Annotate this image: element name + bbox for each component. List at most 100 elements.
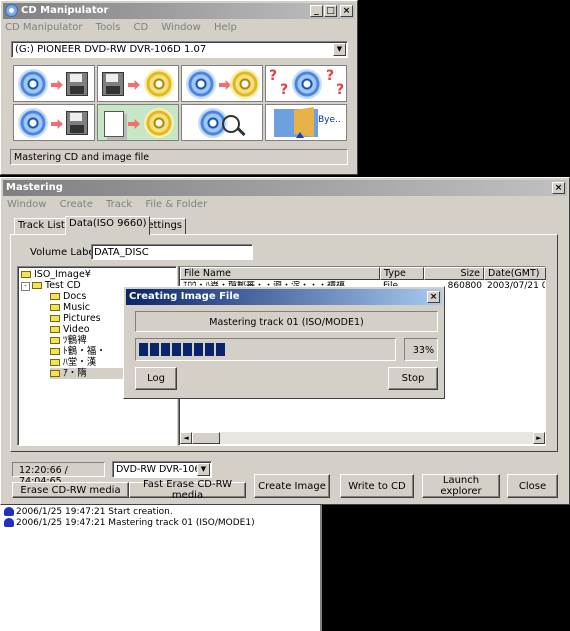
tree-item[interactable]: Pictures — [50, 313, 101, 324]
tree-item[interactable]: ﾄ鶴・福・ — [50, 346, 106, 357]
stop-button[interactable]: Stop — [388, 367, 438, 390]
cd-to-image-button[interactable] — [13, 65, 95, 102]
launch-explorer-button[interactable]: Launch explorer — [422, 474, 500, 498]
progress-segment — [216, 343, 225, 356]
cd-icon — [144, 69, 174, 99]
recorder-select[interactable]: DVD-RW DVR-106 ▼ — [112, 461, 212, 478]
horizontal-scrollbar[interactable]: ◄ ► — [180, 432, 545, 444]
drive-select-value: (G:) PIONEER DVD-RW DVR-106D 1.07 — [15, 44, 207, 55]
scroll-right-icon[interactable]: ► — [533, 432, 545, 444]
column-file-name[interactable]: File Name — [180, 267, 380, 280]
tree-item-label: ﾄ鶴・福・ — [63, 346, 106, 357]
mastering-title: Mastering — [6, 182, 63, 193]
fast-erase-cd-rw-button[interactable]: Fast Erase CD-RW media — [129, 479, 246, 501]
menu-window[interactable]: Window — [7, 199, 46, 210]
volume-label-input[interactable]: DATA_DISC — [91, 244, 253, 260]
close-button[interactable]: × — [427, 291, 440, 303]
disc-info-button[interactable]: ? ? ? ? — [265, 65, 347, 102]
app-disc-icon — [5, 4, 18, 17]
progress-message-box: Mastering track 01 (ISO/MODE1) — [135, 311, 438, 332]
log-line-text: 2006/1/25 19:47:21 Start creation. — [16, 507, 173, 517]
close-button[interactable]: × — [552, 182, 565, 194]
menu-cd-manipulator[interactable]: CD Manipulator — [5, 22, 82, 33]
tree-item[interactable]: ﾂ鶴裨 — [50, 335, 87, 346]
cd-manipulator-titlebar[interactable]: CD Manipulator _ □ × — [3, 3, 355, 19]
menu-file-folder[interactable]: File & Folder — [145, 199, 207, 210]
log-entry-icon — [4, 518, 14, 527]
log-button[interactable]: Log — [135, 367, 177, 390]
chevron-down-icon[interactable]: ▼ — [333, 43, 346, 56]
column-type[interactable]: Type — [380, 267, 424, 280]
scrollbar-thumb[interactable] — [192, 432, 220, 444]
menu-tools[interactable]: Tools — [96, 22, 121, 33]
tree-item[interactable]: ﾊ堂・漢 — [50, 357, 96, 368]
image-to-cd-button[interactable] — [97, 65, 179, 102]
cd-icon — [186, 69, 216, 99]
write-to-cd-button[interactable]: Write to CD — [340, 474, 414, 498]
recorder-select-value: DVD-RW DVR-106 — [116, 464, 201, 475]
tree-item[interactable]: Video — [50, 324, 90, 335]
menu-cd[interactable]: CD — [134, 22, 149, 33]
cd-to-cd-button[interactable] — [181, 65, 263, 102]
progress-dialog-titlebar[interactable]: Creating Image File × — [126, 289, 442, 305]
menu-window[interactable]: Window — [161, 22, 200, 33]
progress-dialog: Creating Image File × Mastering track 01… — [123, 286, 445, 399]
question-mark-icon: ? — [280, 82, 289, 98]
create-image-button[interactable]: Create Image — [254, 474, 330, 498]
volume-label-value: DATA_DISC — [94, 247, 149, 258]
progress-segment — [139, 343, 148, 356]
tree-item[interactable]: ISO_Image¥ — [21, 269, 91, 280]
magnifier-handle-icon — [236, 126, 246, 137]
exit-label: Bye.. — [318, 115, 341, 125]
progress-bar — [135, 338, 396, 361]
cd-icon — [230, 69, 260, 99]
log-line: 2006/1/25 19:47:21 Start creation. — [4, 507, 173, 518]
folder-icon — [50, 293, 60, 300]
progress-segment — [205, 343, 214, 356]
maximize-button[interactable]: □ — [324, 5, 337, 17]
menu-track[interactable]: Track — [106, 199, 132, 210]
scroll-left-icon[interactable]: ◄ — [180, 432, 192, 444]
mastering-titlebar[interactable]: Mastering × — [3, 180, 567, 196]
close-button[interactable]: × — [340, 5, 353, 17]
tree-item-label: Docs — [63, 291, 87, 302]
floppy-icon — [66, 111, 88, 135]
track-extract-button[interactable] — [13, 104, 95, 141]
tree-item[interactable]: Docs — [50, 291, 86, 302]
close-button[interactable]: Close — [507, 474, 558, 498]
disc-inspect-button[interactable] — [181, 104, 263, 141]
arrow-right-icon — [128, 119, 140, 129]
menu-create[interactable]: Create — [60, 199, 93, 210]
tree-item-label: ISO_Image¥ — [34, 269, 91, 280]
mastering-button[interactable] — [97, 104, 179, 141]
folder-icon — [21, 271, 31, 278]
folder-icon — [50, 326, 60, 333]
exit-door-panel-icon — [294, 107, 314, 137]
cd-manipulator-menubar: CD Manipulator Tools CD Window Help — [5, 20, 247, 36]
collapse-icon[interactable]: - — [21, 282, 30, 291]
progress-segment — [150, 343, 159, 356]
arrow-right-icon — [51, 80, 63, 90]
volume-label-caption: Volume Label — [30, 247, 98, 258]
folder-icon — [50, 359, 60, 366]
tab-data-iso9660[interactable]: Data(ISO 9660) — [65, 216, 151, 235]
cd-icon — [292, 69, 322, 99]
erase-cd-rw-button[interactable]: Erase CD-RW media — [12, 482, 129, 498]
tab-track-list[interactable]: Track List — [14, 218, 69, 234]
tree-item[interactable]: - Test CD — [21, 280, 81, 291]
progress-segment — [183, 343, 192, 356]
column-size[interactable]: Size — [424, 267, 484, 280]
column-date[interactable]: Date(GMT) — [484, 267, 546, 280]
tree-item[interactable]: Music — [50, 302, 90, 313]
tree-item-label: ﾂ鶴裨 — [63, 335, 87, 346]
menu-help[interactable]: Help — [214, 22, 237, 33]
cell-date: 2003/07/21 0 — [487, 281, 545, 291]
documents-icon — [104, 111, 124, 137]
status-bar: Mastering CD and image file — [10, 149, 348, 165]
drive-select[interactable]: (G:) PIONEER DVD-RW DVR-106D 1.07 ▼ — [11, 41, 348, 58]
minimize-button[interactable]: _ — [310, 5, 323, 17]
tree-item-label: Music — [63, 302, 91, 313]
chevron-down-icon[interactable]: ▼ — [197, 463, 210, 476]
exit-button[interactable]: Bye.. — [265, 104, 347, 141]
open-folder-icon — [50, 370, 60, 377]
